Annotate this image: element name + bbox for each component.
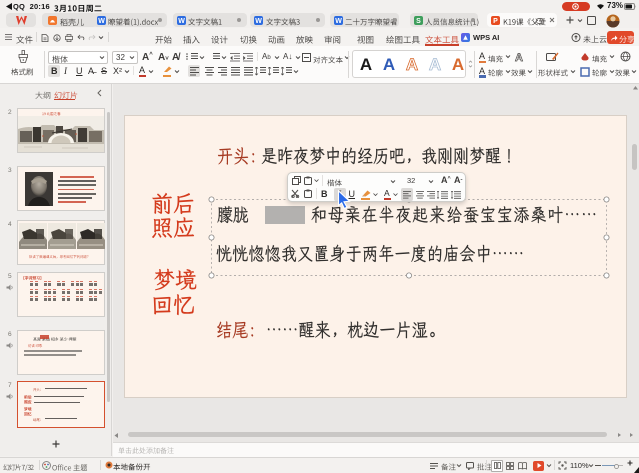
svg-text:W: W (335, 18, 342, 25)
svg-text:A: A (406, 55, 418, 74)
svg-text:W: W (255, 18, 262, 25)
svg-text:W: W (178, 18, 185, 25)
svg-text:A: A (360, 55, 372, 74)
svg-text:W: W (98, 18, 105, 25)
svg-text:S: S (416, 18, 421, 25)
svg-text:A: A (429, 55, 441, 74)
svg-text:A: A (383, 55, 395, 74)
svg-text:P: P (493, 18, 498, 25)
svg-text:A: A (452, 55, 464, 74)
svg-text:A: A (515, 52, 523, 63)
